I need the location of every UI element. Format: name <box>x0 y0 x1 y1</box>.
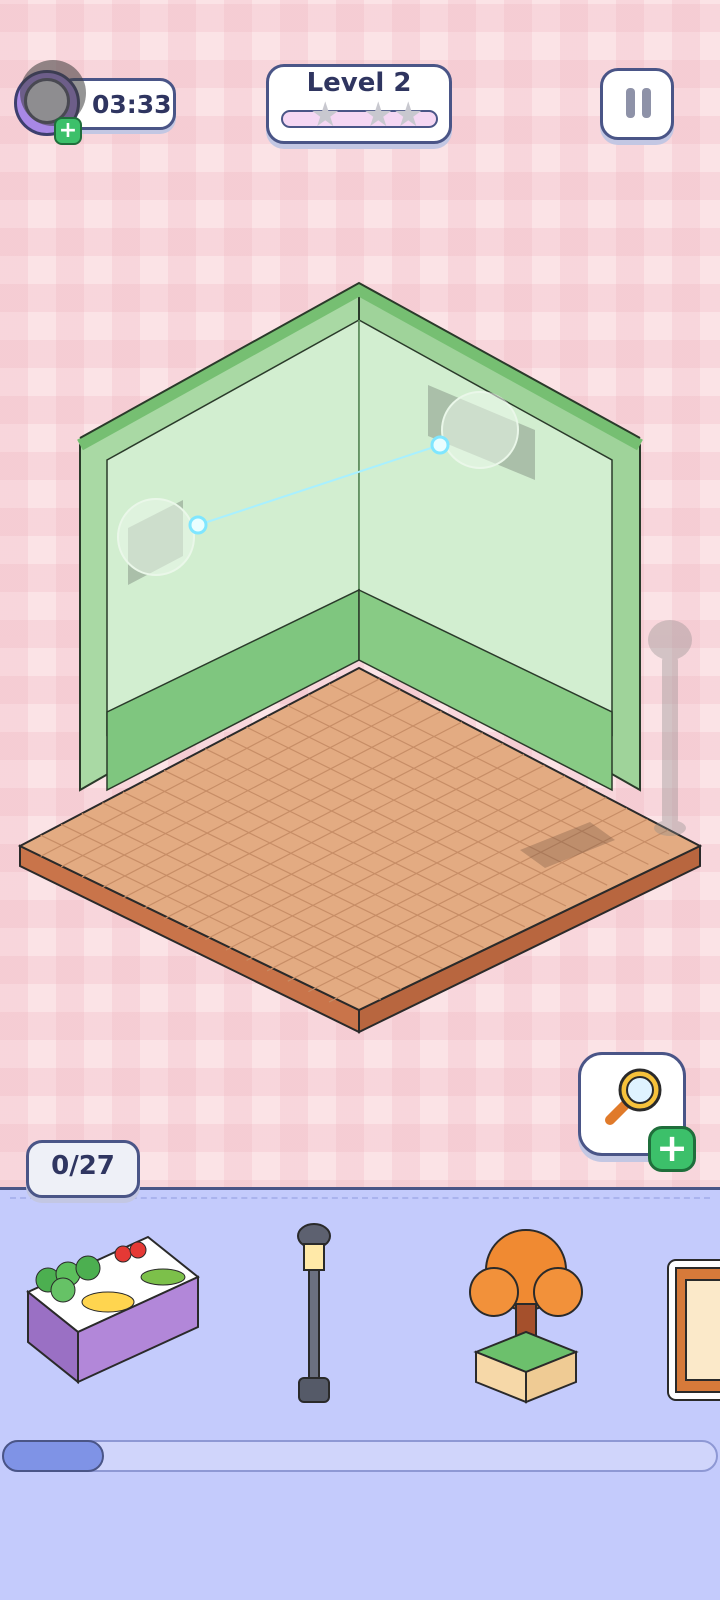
fruit-stand-item[interactable] <box>18 1232 204 1394</box>
wooden-frame-item[interactable] <box>664 1240 720 1410</box>
tray-scrollbar[interactable] <box>2 1440 718 1472</box>
magnifier-icon <box>605 1068 662 1125</box>
tray-scroll-thumb[interactable] <box>2 1440 104 1472</box>
add-hint-plus-icon[interactable]: + <box>648 1126 696 1172</box>
room-scene <box>17 281 703 1034</box>
potted-tree-item[interactable] <box>466 1222 586 1412</box>
placed-counter-text: 0/27 <box>51 1151 115 1181</box>
ghost-lamp-placeholder <box>648 620 692 836</box>
street-lamp-item[interactable] <box>284 1218 344 1408</box>
